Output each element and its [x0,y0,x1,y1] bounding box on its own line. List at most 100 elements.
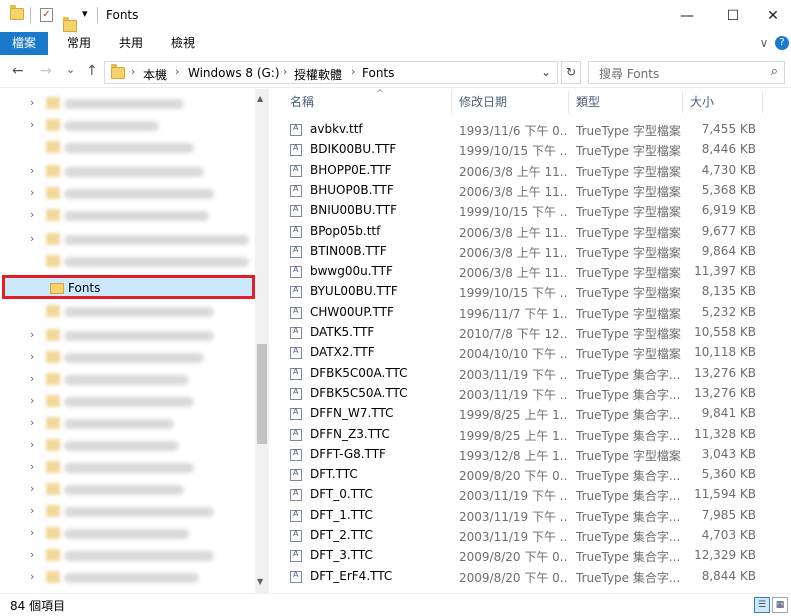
minimize-button[interactable]: — [664,0,710,32]
nav-item-fonts[interactable]: Fonts [2,275,255,299]
nav-item[interactable]: › [0,523,255,545]
properties-icon[interactable]: ✓ [40,8,53,22]
file-row[interactable]: CHW00UP.TTF 1996/11/7 下午 1... TrueType 字型檔… [280,303,791,323]
tab-file[interactable]: 檔案 [0,32,48,55]
scroll-up-icon[interactable]: ▲ [257,94,263,103]
breadcrumb-separator[interactable]: › [131,65,135,78]
file-row[interactable]: BTIN00B.TTF 2006/3/8 上午 11... TrueType 字型檔… [280,242,791,262]
nav-item[interactable]: › [0,501,255,523]
expand-chevron-icon[interactable]: › [30,328,34,341]
file-row[interactable]: BDIK00BU.TTF 1999/10/15 下午 ... TrueType 字型… [280,140,791,160]
back-button[interactable]: ← [12,63,24,79]
file-row[interactable]: DFT_ErF4.TTC 2009/8/20 下午 0... TrueType 集合… [280,567,791,587]
nav-item[interactable]: › [0,229,255,251]
nav-item[interactable]: › [0,369,255,391]
file-row[interactable]: DFFN_Z3.TTC 1999/8/25 上午 1... TrueType 集合字… [280,425,791,445]
column-header-name[interactable]: 名稱 ^ [290,89,450,115]
file-row[interactable]: DFT.TTC 2009/8/20 下午 0... TrueType 集合字... 5… [280,465,791,485]
column-divider[interactable] [451,91,452,113]
customize-quick-access-button[interactable]: ▾ [82,7,88,20]
expand-chevron-icon[interactable]: › [30,570,34,583]
breadcrumb-fonts[interactable]: Fonts [362,66,394,80]
expand-chevron-icon[interactable]: › [30,438,34,451]
maximize-button[interactable]: ☐ [710,0,756,32]
nav-scrollbar[interactable]: ▲ ▼ [255,89,269,593]
nav-item[interactable]: › [0,161,255,183]
expand-chevron-icon[interactable]: › [30,208,34,221]
expand-chevron-icon[interactable]: › [30,232,34,245]
breadcrumb-separator[interactable]: › [351,65,355,78]
column-header-type[interactable]: 類型 [576,89,676,115]
file-row[interactable]: avbkv.ttf 1993/11/6 下午 0... TrueType 字型檔案 7… [280,120,791,140]
address-bar[interactable]: › 本機 › Windows 8 (G:) › 授權軟體 › Fonts ⌄ [104,61,558,84]
expand-chevron-icon[interactable]: › [30,350,34,363]
nav-item[interactable]: › [0,347,255,369]
file-row[interactable]: BHOPP0E.TTF 2006/3/8 上午 11... TrueType 字型檔… [280,161,791,181]
search-box[interactable]: 搜尋 Fonts ⌕ [588,61,785,84]
new-folder-icon[interactable] [63,17,77,32]
file-row[interactable]: DATX2.TTF 2004/10/10 下午 ... TrueType 字型檔案 1… [280,343,791,363]
file-list-scrollbar[interactable] [777,89,791,593]
refresh-button[interactable]: ↻ [561,61,581,84]
scrollbar-thumb[interactable] [257,344,267,444]
nav-item[interactable]: › [0,93,255,115]
expand-chevron-icon[interactable]: › [30,118,34,131]
file-row[interactable]: BYUL00BU.TTF 1999/10/15 下午 ... TrueType 字型… [280,282,791,302]
nav-item[interactable]: › [0,457,255,479]
nav-item[interactable]: › [0,115,255,137]
expand-chevron-icon[interactable]: › [30,482,34,495]
expand-chevron-icon[interactable]: › [30,96,34,109]
file-row[interactable]: DFT_2.TTC 2003/11/19 下午 ... TrueType 集合字..… [280,526,791,546]
breadcrumb-this-pc[interactable]: 本機 [143,66,167,83]
tab-home[interactable]: 常用 [56,32,102,55]
large-icons-view-button[interactable]: ▦ [772,597,788,613]
expand-chevron-icon[interactable]: › [30,372,34,385]
nav-item[interactable]: › [0,325,255,347]
close-button[interactable]: ✕ [755,0,791,32]
nav-item[interactable]: › [0,479,255,501]
nav-item[interactable]: › [0,391,255,413]
file-row[interactable]: DFT_1.TTC 2003/11/19 下午 ... TrueType 集合字..… [280,506,791,526]
column-divider[interactable] [682,91,683,113]
breadcrumb-drive[interactable]: Windows 8 (G:) [188,66,280,80]
expand-chevron-icon[interactable]: › [30,416,34,429]
file-row[interactable]: bwwg00u.TTF 2006/3/8 上午 11... TrueType 字型檔… [280,262,791,282]
expand-chevron-icon[interactable]: › [30,394,34,407]
expand-chevron-icon[interactable]: › [30,460,34,473]
expand-chevron-icon[interactable]: › [30,526,34,539]
help-icon[interactable]: ? [775,36,789,50]
nav-item[interactable] [0,301,255,323]
address-dropdown-button[interactable]: ⌄ [541,65,551,79]
search-icon[interactable]: ⌕ [771,64,778,79]
nav-item[interactable]: › [0,435,255,457]
file-row[interactable]: DFFT-G8.TTF 1993/12/8 上午 1... TrueType 字型檔… [280,445,791,465]
expand-chevron-icon[interactable]: › [30,504,34,517]
file-row[interactable]: DFBK5C00A.TTC 2003/11/19 下午 ... TrueType 集… [280,364,791,384]
file-row[interactable]: DFBK5C50A.TTC 2003/11/19 下午 ... TrueType 集… [280,384,791,404]
breadcrumb-separator[interactable]: › [283,65,287,78]
expand-ribbon-button[interactable]: ∨ [756,32,772,55]
nav-item[interactable] [0,251,255,273]
nav-item[interactable]: › [0,567,255,589]
breadcrumb-separator[interactable]: › [175,65,179,78]
file-row[interactable]: DFT_3.TTC 2009/8/20 下午 0... TrueType 集合字..… [280,546,791,566]
file-row[interactable]: BPop05b.ttf 2006/3/8 上午 11... TrueType 字型檔… [280,222,791,242]
nav-item[interactable]: › [0,413,255,435]
expand-chevron-icon[interactable]: › [30,186,34,199]
nav-item[interactable] [0,137,255,159]
file-row[interactable]: DFT_0.TTC 2003/11/19 下午 ... TrueType 集合字..… [280,485,791,505]
column-divider[interactable] [762,91,763,113]
column-header-date[interactable]: 修改日期 [459,89,567,115]
file-row[interactable]: DATK5.TTF 2010/7/8 下午 12... TrueType 字型檔案 1… [280,323,791,343]
file-row[interactable]: BNIU00BU.TTF 1999/10/15 下午 ... TrueType 字型… [280,201,791,221]
scroll-down-icon[interactable]: ▼ [257,577,263,586]
nav-item[interactable]: › [0,545,255,567]
forward-button[interactable]: → [40,63,52,79]
up-button[interactable]: ↑ [86,63,98,79]
nav-item[interactable]: › [0,183,255,205]
file-row[interactable]: BHUOP0B.TTF 2006/3/8 上午 11... TrueType 字型檔… [280,181,791,201]
tab-share[interactable]: 共用 [108,32,154,55]
tab-view[interactable]: 檢視 [160,32,206,55]
details-view-button[interactable]: ☰ [754,597,770,613]
column-header-size[interactable]: 大小 [690,89,760,115]
